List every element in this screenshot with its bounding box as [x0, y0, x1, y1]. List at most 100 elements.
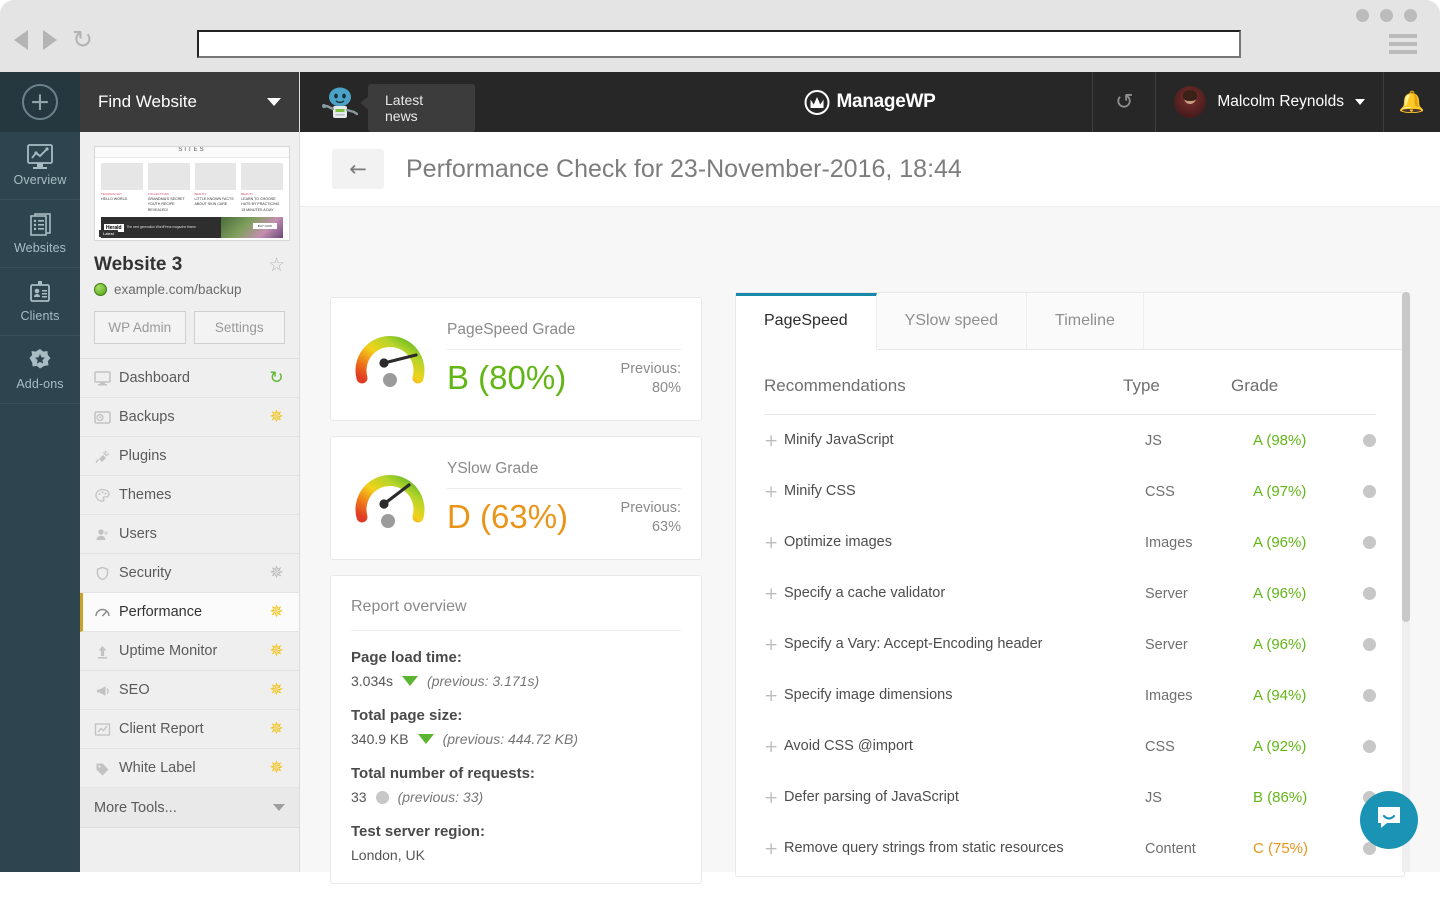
app-shell: + Overview Websites Clients Add-ons [0, 72, 1440, 872]
sidebar-item-label: Security [119, 565, 171, 581]
chat-bubble-icon [1375, 805, 1403, 836]
report-overview-card: Report overview Page load time: 3.034s (… [330, 575, 702, 884]
table-row[interactable]: + Avoid CSS @import CSS A (92%) [764, 721, 1376, 772]
expand-icon[interactable]: + [764, 584, 784, 604]
sync-icon[interactable]: ↻ [268, 370, 285, 387]
more-tools-button[interactable]: More Tools... [80, 788, 299, 828]
table-row[interactable]: + Optimize images Images A (96%) [764, 517, 1376, 568]
gear-icon[interactable]: ✵ [268, 604, 285, 621]
gear-icon[interactable]: ✵ [268, 721, 285, 738]
table-row[interactable]: + Remove query strings from static resou… [764, 823, 1376, 874]
yslow-gauge-icon [351, 459, 429, 537]
bell-icon[interactable]: 🔔 [1384, 90, 1440, 115]
sidebar-item-users[interactable]: Users [80, 515, 299, 554]
expand-icon[interactable]: + [764, 686, 784, 706]
content-area: PageSpeed Grade B (80%) Previous: 80% [300, 207, 1440, 872]
rail-label: Clients [21, 309, 60, 323]
trend-down-icon [418, 734, 434, 744]
settings-button[interactable]: Settings [194, 311, 286, 344]
plus-icon: + [22, 84, 58, 120]
table-row[interactable]: + Defer parsing of JavaScript JS B (86%) [764, 772, 1376, 823]
id-card-icon [25, 280, 55, 306]
rail-item-websites[interactable]: Websites [0, 200, 80, 268]
rail-item-overview[interactable]: Overview [0, 132, 80, 200]
recommendation-type: JS [1145, 433, 1253, 449]
rail-item-addons[interactable]: Add-ons [0, 336, 80, 404]
sidebar-item-themes[interactable]: Themes [80, 476, 299, 515]
sidebar-item-white-label[interactable]: White Label ✵ [80, 749, 299, 788]
sidebar-item-seo[interactable]: SEO ✵ [80, 671, 299, 710]
window-dot[interactable] [1380, 9, 1393, 22]
monitor-icon [94, 371, 119, 386]
recommendations-table: Recommendations Type Grade + Minify Java… [736, 350, 1404, 874]
column-recommendations: Recommendations [764, 376, 1123, 396]
expand-icon[interactable]: + [764, 737, 784, 757]
page-title: Performance Check for 23-November-2016, … [406, 155, 962, 184]
reload-icon[interactable]: ↻ [72, 30, 93, 50]
expand-icon[interactable]: + [764, 839, 784, 859]
sidebar-item-plugins[interactable]: Plugins [80, 437, 299, 476]
table-row[interactable]: + Specify a Vary: Accept-Encoding header… [764, 619, 1376, 670]
star-outline-icon[interactable]: ☆ [268, 254, 285, 276]
latest-news-area[interactable]: Latest news [300, 72, 475, 132]
sidebar-item-uptime-monitor[interactable]: Uptime Monitor ✵ [80, 632, 299, 671]
gear-icon[interactable]: ✵ [268, 760, 285, 777]
expand-icon[interactable]: + [764, 482, 784, 502]
add-website-button[interactable]: + [0, 72, 80, 132]
expand-icon[interactable]: + [764, 533, 784, 553]
table-row[interactable]: + Minify CSS CSS A (97%) [764, 466, 1376, 517]
tab-pagespeed[interactable]: PageSpeed [736, 293, 877, 350]
window-dot[interactable] [1356, 9, 1369, 22]
status-dot [1363, 689, 1376, 702]
chevron-down-icon [273, 804, 285, 811]
find-website-dropdown[interactable]: Find Website [80, 72, 299, 132]
expand-icon[interactable]: + [764, 431, 784, 451]
sidebar-item-dashboard[interactable]: Dashboard ↻ [80, 359, 299, 398]
table-row[interactable]: + Specify image dimensions Images A (94%… [764, 670, 1376, 721]
sidebar-item-label: Plugins [119, 448, 167, 464]
gear-icon[interactable]: ✵ [268, 565, 285, 582]
tab-yslow-speed[interactable]: YSlow speed [877, 293, 1027, 349]
url-input[interactable] [197, 30, 1241, 58]
sidebar-item-backups[interactable]: Backups ✵ [80, 398, 299, 437]
hamburger-icon[interactable] [1389, 34, 1417, 58]
back-button[interactable]: ← [332, 149, 384, 189]
gear-icon[interactable]: ✵ [268, 643, 285, 660]
gear-icon[interactable]: ✵ [268, 682, 285, 699]
row-label: Page load time: [351, 649, 681, 666]
forward-button[interactable] [43, 30, 57, 50]
table-row[interactable]: + Minify JavaScript JS A (98%) [764, 415, 1376, 466]
sidebar-item-client-report[interactable]: Client Report ✵ [80, 710, 299, 749]
refresh-icon[interactable]: ↺ [1093, 90, 1155, 115]
sidebar-item-performance[interactable]: Performance ✵ [80, 593, 299, 632]
user-menu[interactable]: Malcolm Reynolds [1156, 72, 1383, 132]
tab-timeline[interactable]: Timeline [1027, 293, 1144, 349]
window-dot[interactable] [1404, 9, 1417, 22]
chart-icon [94, 722, 119, 737]
site-url[interactable]: example.com/backup [114, 282, 242, 297]
recommendation-grade: C (75%) [1253, 840, 1363, 857]
window-controls[interactable] [1356, 9, 1417, 22]
brand-logo[interactable]: ManageWP [805, 90, 936, 115]
wp-admin-button[interactable]: WP Admin [94, 311, 186, 344]
site-thumbnail[interactable]: SITES TECHNOLOGY HELLO WORLD COLLECTIONS… [94, 146, 290, 241]
report-row-test-server-region: Test server region: London, UK [351, 823, 681, 863]
expand-icon[interactable]: + [764, 788, 784, 808]
scrollbar-thumb[interactable] [1402, 292, 1410, 622]
grade-row: B (80%) Previous: 80% [447, 360, 681, 396]
recommendation-name: Specify a Vary: Accept-Encoding header [784, 634, 1145, 655]
site-name-row: Website 3 ☆ [94, 254, 285, 276]
row-value: 33 [351, 789, 367, 805]
expand-icon[interactable]: + [764, 635, 784, 655]
gear-icon[interactable]: ✵ [268, 409, 285, 426]
back-button[interactable] [14, 30, 28, 50]
page-title: Website 3 [94, 254, 182, 276]
intercom-chat-button[interactable] [1360, 791, 1418, 849]
table-row[interactable]: + Specify a cache validator Server A (96… [764, 568, 1376, 619]
column-grade: Grade [1231, 376, 1376, 396]
recommendation-grade: A (94%) [1253, 687, 1363, 704]
sidebar-item-security[interactable]: Security ✵ [80, 554, 299, 593]
thumbnail-card: TECHNOLOGY HELLO WORLD [101, 163, 143, 213]
latest-news-tooltip[interactable]: Latest news [368, 84, 475, 132]
rail-item-clients[interactable]: Clients [0, 268, 80, 336]
